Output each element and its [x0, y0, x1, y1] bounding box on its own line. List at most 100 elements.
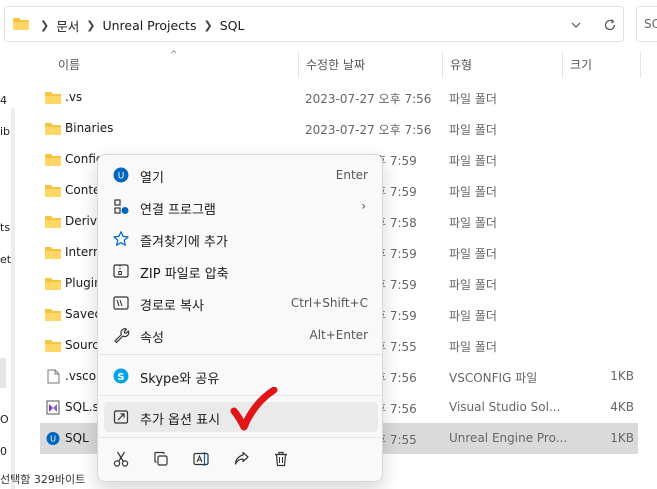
- column-divider[interactable]: [640, 52, 641, 78]
- red-checkmark-annotation: [230, 387, 278, 431]
- column-divider[interactable]: [298, 52, 299, 78]
- folder-icon: [45, 92, 61, 104]
- file-size: 4KB: [610, 400, 634, 414]
- menu-item-compress-zip[interactable]: ZIP 파일로 압축: [104, 256, 378, 286]
- file-type: Visual Studio Sol...: [449, 400, 561, 414]
- search-placeholder: SC: [644, 17, 657, 31]
- breadcrumb-sql[interactable]: SQL: [220, 18, 245, 33]
- folder-icon: [45, 340, 61, 352]
- file-date: 2023-07-27 오후 7:56: [305, 92, 432, 106]
- menu-item-label: 추가 옵션 표시: [140, 413, 221, 428]
- nav-item-fragment[interactable]: 0: [0, 445, 7, 458]
- open-with-icon: [114, 199, 129, 214]
- breadcrumb-unreal-projects[interactable]: Unreal Projects: [102, 18, 196, 33]
- svg-text:U: U: [118, 172, 125, 182]
- search-input[interactable]: SC: [636, 6, 657, 42]
- menu-item-shortcut: Enter: [335, 168, 368, 182]
- rename-icon: [193, 452, 209, 466]
- column-header-date[interactable]: 수정한 날짜: [306, 52, 365, 78]
- file-icon: [47, 369, 60, 384]
- file-date: 2023-07-27 오후 7:56: [305, 123, 432, 137]
- chevron-right-icon[interactable]: ❯: [203, 19, 212, 32]
- delete-button[interactable]: [269, 447, 293, 471]
- column-header-type[interactable]: 유형: [450, 52, 472, 78]
- table-row[interactable]: Binaries 2023-07-27 오후 7:56 파일 폴더: [40, 113, 638, 144]
- column-header-size[interactable]: 크기: [570, 52, 592, 78]
- menu-item-shortcut: Alt+Enter: [309, 328, 368, 342]
- menu-item-copy-path[interactable]: 경로로 복사 Ctrl+Shift+C: [104, 288, 378, 318]
- menu-item-label: Skype와 공유: [140, 372, 220, 387]
- folder-icon: [45, 185, 61, 197]
- nav-scrollbar[interactable]: [11, 108, 15, 489]
- file-type: 파일 폴더: [449, 154, 497, 168]
- nav-selected-item[interactable]: [0, 358, 6, 388]
- cut-button[interactable]: [109, 447, 133, 471]
- unreal-engine-icon: U: [46, 432, 60, 445]
- menu-divider: [99, 437, 383, 438]
- nav-item-fragment[interactable]: et: [0, 253, 11, 266]
- nav-item-fragment[interactable]: ts: [0, 221, 10, 234]
- cut-icon: [113, 451, 129, 467]
- column-header-name[interactable]: 이름: [58, 52, 80, 78]
- copy-path-icon: [113, 296, 129, 310]
- file-type: 파일 폴더: [449, 309, 497, 323]
- copy-icon: [154, 451, 168, 466]
- file-size: 1KB: [610, 369, 634, 383]
- column-divider[interactable]: [442, 52, 443, 78]
- zip-icon: [113, 264, 129, 278]
- file-name: Conte: [65, 183, 101, 197]
- file-name: .vscor: [65, 369, 102, 383]
- status-bar-text: 선택함 329바이트: [0, 473, 86, 486]
- folder-icon: [13, 18, 29, 30]
- sort-ascending-icon: ^: [170, 50, 178, 60]
- nav-item-fragment[interactable]: 4: [0, 94, 7, 107]
- refresh-icon[interactable]: [602, 17, 618, 33]
- nav-item-fragment[interactable]: ib: [0, 125, 10, 138]
- file-type: 파일 폴더: [449, 216, 497, 230]
- menu-item-open-with[interactable]: 연결 프로그램 ›: [104, 192, 378, 222]
- file-type: 파일 폴더: [449, 123, 497, 137]
- menu-item-properties[interactable]: 속성 Alt+Enter: [104, 320, 378, 350]
- file-type: 파일 폴더: [449, 278, 497, 292]
- folder-icon: [45, 278, 61, 290]
- svg-text:S: S: [117, 372, 124, 383]
- chevron-right-icon[interactable]: ❯: [86, 19, 95, 32]
- file-size: 1KB: [610, 431, 634, 445]
- rename-button[interactable]: [189, 447, 213, 471]
- nav-item-fragment[interactable]: O: [0, 413, 9, 426]
- wrench-icon: [114, 328, 130, 344]
- file-name: SQL: [65, 431, 89, 445]
- chevron-down-icon[interactable]: [568, 17, 584, 33]
- folder-icon: [45, 216, 61, 228]
- menu-item-label: ZIP 파일로 압축: [140, 267, 229, 282]
- file-name: Binaries: [65, 121, 114, 135]
- file-type: 파일 폴더: [449, 247, 497, 261]
- folder-icon: [45, 154, 61, 166]
- folder-icon: [45, 309, 61, 321]
- file-type: Unreal Engine Pro...: [449, 431, 568, 445]
- breadcrumb: ❯ 문서 ❯ Unreal Projects ❯ SQL: [33, 16, 244, 34]
- menu-item-label: 즐겨찾기에 추가: [140, 235, 228, 250]
- navigation-pane: 4 ib ts et O 0: [0, 50, 28, 489]
- file-type: 파일 폴더: [449, 92, 497, 106]
- menu-item-add-favorites[interactable]: 즐겨찾기에 추가: [104, 224, 378, 254]
- file-name: .vs: [65, 90, 83, 104]
- folder-icon: [45, 123, 61, 135]
- column-divider[interactable]: [562, 52, 563, 78]
- folder-icon: [45, 247, 61, 259]
- unreal-engine-icon: U: [113, 167, 129, 183]
- file-name: Sourc: [65, 338, 99, 352]
- show-more-options-icon: [113, 410, 129, 424]
- menu-divider: [99, 354, 383, 355]
- breadcrumb-documents[interactable]: 문서: [56, 16, 79, 35]
- visual-studio-icon: [46, 400, 60, 415]
- file-type: 파일 폴더: [449, 185, 497, 199]
- chevron-right-icon[interactable]: ❯: [40, 19, 49, 32]
- table-row[interactable]: .vs 2023-07-27 오후 7:56 파일 폴더: [40, 82, 638, 113]
- menu-item-open[interactable]: U 열기 Enter: [104, 160, 378, 190]
- address-bar[interactable]: ❯ 문서 ❯ Unreal Projects ❯ SQL: [4, 6, 624, 42]
- copy-button[interactable]: [149, 447, 173, 471]
- menu-item-label: 연결 프로그램: [140, 203, 216, 218]
- share-button[interactable]: [229, 447, 253, 471]
- menu-item-label: 경로로 복사: [140, 299, 204, 314]
